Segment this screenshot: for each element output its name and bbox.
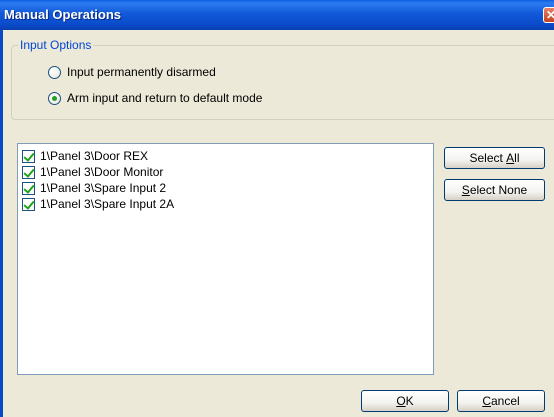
input-options-legend: Input Options: [18, 38, 94, 52]
checkbox-icon[interactable]: [22, 197, 35, 211]
input-options-group: [11, 45, 554, 120]
close-icon[interactable]: ✕: [543, 7, 554, 23]
button-text: ancel: [490, 394, 520, 408]
button-text: K: [405, 394, 414, 408]
radio-button-icon[interactable]: [48, 65, 61, 79]
checkbox-icon[interactable]: [22, 149, 35, 163]
cancel-button[interactable]: Cancel: [457, 390, 545, 412]
list-item[interactable]: 1\Panel 3\Spare Input 2A: [22, 196, 174, 212]
list-item[interactable]: 1\Panel 3\Door REX: [22, 148, 148, 164]
button-text: elect None: [469, 183, 528, 197]
window-frame-edge: [0, 30, 3, 417]
button-text: ll: [514, 151, 520, 165]
manual-operations-dialog: Manual Operations ✕ Input Options Input …: [0, 0, 554, 417]
accelerator-key: A: [506, 151, 515, 165]
accelerator-key: S: [461, 183, 470, 197]
list-item-label: 1\Panel 3\Door Monitor: [40, 165, 164, 179]
select-all-button[interactable]: Select All: [444, 147, 545, 169]
select-none-button[interactable]: Select None: [444, 179, 545, 201]
ok-button[interactable]: OK: [361, 390, 449, 412]
window-title: Manual Operations: [4, 7, 122, 22]
list-item[interactable]: 1\Panel 3\Spare Input 2: [22, 180, 166, 196]
list-item-label: 1\Panel 3\Spare Input 2: [40, 181, 167, 195]
list-item-label: 1\Panel 3\Spare Input 2A: [40, 197, 175, 211]
inputs-listbox[interactable]: 1\Panel 3\Door REX 1\Panel 3\Door Monito…: [17, 143, 434, 375]
button-text: Select: [469, 151, 507, 165]
list-item-label: 1\Panel 3\Door REX: [40, 149, 149, 163]
radio-arm-input-return-default[interactable]: Arm input and return to default mode: [48, 89, 262, 107]
checkbox-icon[interactable]: [22, 165, 35, 179]
accelerator-key: C: [482, 394, 491, 408]
checkbox-icon[interactable]: [22, 181, 35, 195]
accelerator-key: O: [396, 394, 406, 408]
radio-input-permanently-disarmed[interactable]: Input permanently disarmed: [48, 63, 216, 81]
title-bar[interactable]: Manual Operations ✕: [0, 0, 554, 30]
radio-label: Input permanently disarmed: [67, 65, 216, 79]
radio-button-icon[interactable]: [48, 91, 61, 105]
list-item[interactable]: 1\Panel 3\Door Monitor: [22, 164, 163, 180]
radio-label: Arm input and return to default mode: [67, 91, 263, 105]
